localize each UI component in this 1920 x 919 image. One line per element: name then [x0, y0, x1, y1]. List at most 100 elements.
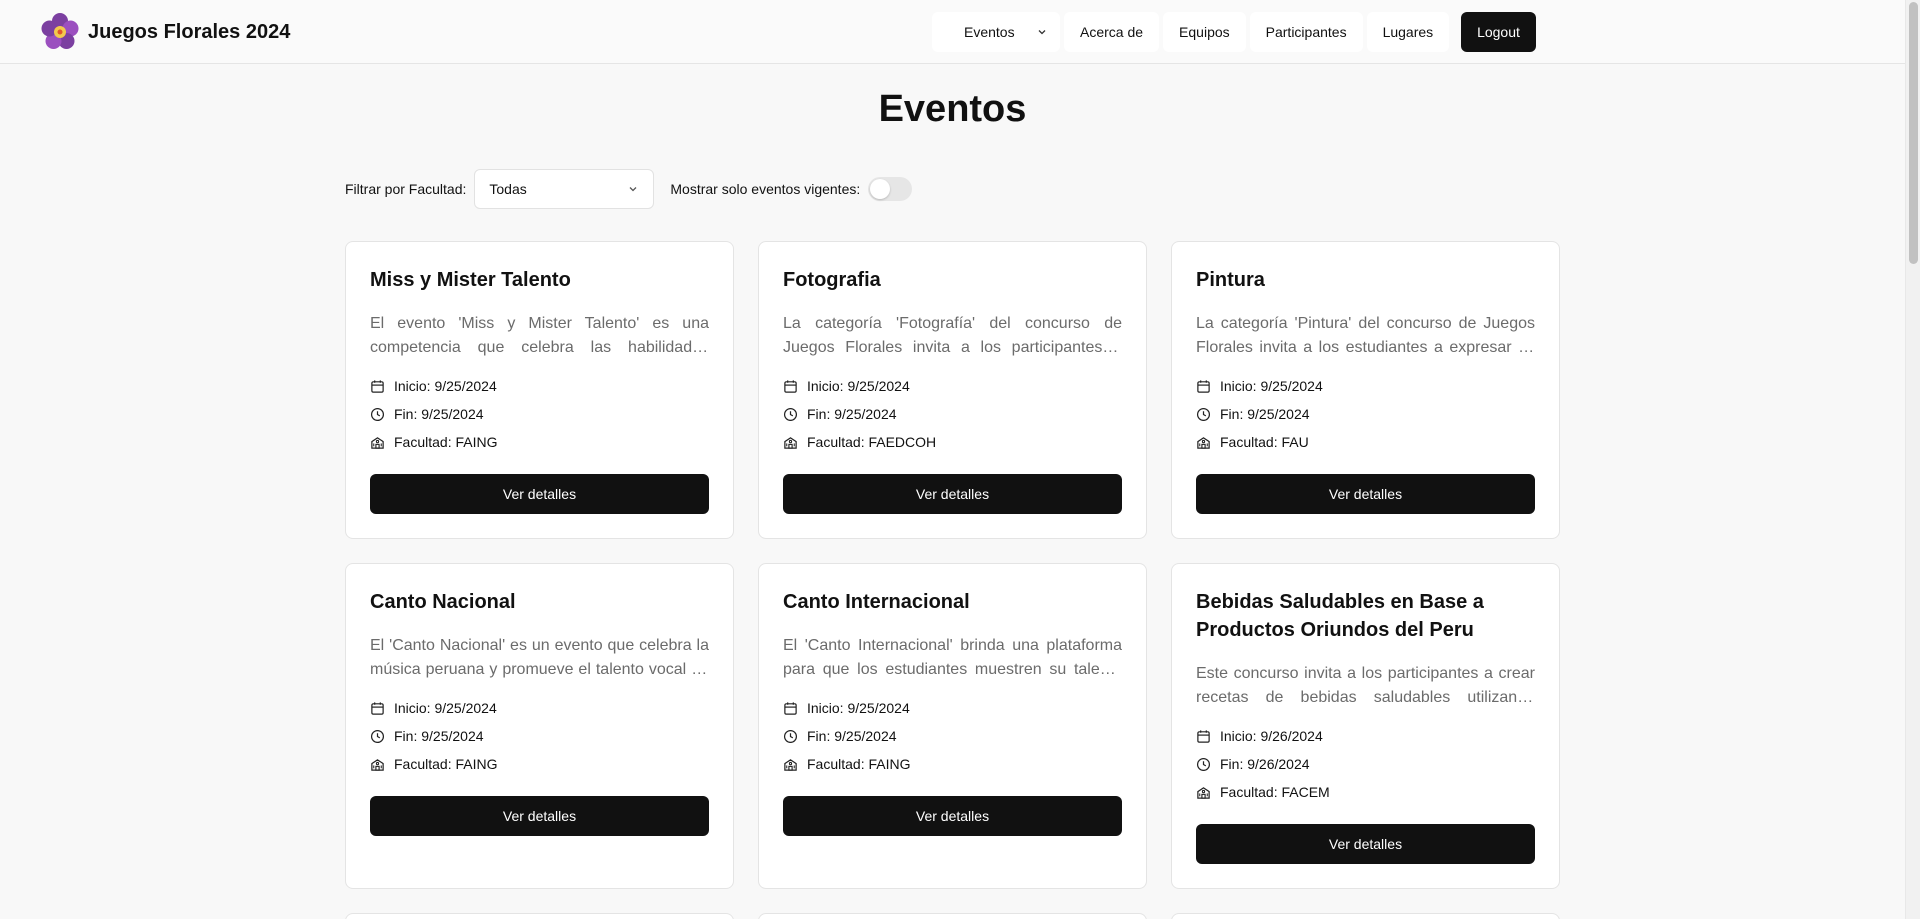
- clock-icon: [1196, 407, 1211, 421]
- facultad-select[interactable]: Todas: [474, 169, 655, 209]
- calendar-icon: [784, 379, 797, 393]
- ver-detalles-button[interactable]: Ver detalles: [783, 474, 1122, 514]
- ver-detalles-button[interactable]: Ver detalles: [783, 796, 1122, 836]
- event-card-partial: [1171, 913, 1560, 919]
- filter-facultad-label: Filtrar por Facultad:: [345, 181, 467, 197]
- event-start: Inicio: 9/26/2024: [1196, 722, 1535, 750]
- event-card: Miss y Mister Talento El evento 'Miss y M…: [345, 241, 734, 539]
- event-end-text: Fin: 9/25/2024: [394, 728, 484, 744]
- event-card-partial: [758, 913, 1147, 919]
- page-title: Eventos: [878, 88, 1027, 130]
- event-faculty: Facultad: FACEM: [1196, 778, 1535, 806]
- calendar-icon: [1197, 729, 1210, 743]
- event-card: Pintura La categoría 'Pintura' del concur…: [1171, 241, 1560, 539]
- event-faculty-text: Facultad: FACEM: [1220, 784, 1330, 800]
- event-end: Fin: 9/25/2024: [1196, 400, 1535, 428]
- event-description: El evento 'Miss y Mister Talento' es una…: [370, 315, 709, 356]
- nav-equipos[interactable]: Equipos: [1163, 12, 1246, 52]
- nav-eventos[interactable]: Eventos: [932, 12, 1060, 52]
- school-icon: [371, 436, 384, 449]
- calendar-icon: [1197, 379, 1210, 393]
- page-scrollbar[interactable]: [1905, 0, 1920, 919]
- ver-detalles-button[interactable]: Ver detalles: [370, 474, 709, 514]
- event-description: El 'Canto Internacional' brinda una plat…: [783, 637, 1122, 678]
- nav-lugares[interactable]: Lugares: [1366, 12, 1450, 52]
- event-card-partial: [345, 913, 734, 919]
- event-faculty-text: Facultad: FAU: [1220, 434, 1309, 450]
- clock-icon: [370, 407, 385, 421]
- event-end-text: Fin: 9/25/2024: [394, 406, 484, 422]
- event-start: Inicio: 9/25/2024: [783, 694, 1122, 722]
- brand-title: Juegos Florales 2024: [88, 20, 291, 43]
- vigentes-toggle[interactable]: [868, 177, 913, 201]
- event-start-text: Inicio: 9/26/2024: [1220, 728, 1323, 744]
- event-start-text: Inicio: 9/25/2024: [394, 700, 497, 716]
- event-start: Inicio: 9/25/2024: [370, 372, 709, 400]
- event-start-text: Inicio: 9/25/2024: [1220, 378, 1323, 394]
- event-title: Canto Nacional: [370, 591, 516, 613]
- ver-detalles-button[interactable]: Ver detalles: [1196, 474, 1535, 514]
- event-card: Fotografia La categoría 'Fotografía' del …: [758, 241, 1147, 539]
- events-grid-next-row: [345, 913, 1561, 919]
- event-title: Canto Internacional: [783, 591, 970, 613]
- event-card: Canto Internacional El 'Canto Internacion…: [758, 563, 1147, 889]
- school-icon: [1197, 786, 1210, 799]
- event-faculty-text: Facultad: FAING: [807, 756, 911, 772]
- clock-icon: [370, 729, 385, 743]
- event-card: Bebidas Saludables en Base a Productos O…: [1171, 563, 1560, 889]
- event-start-text: Inicio: 9/25/2024: [394, 378, 497, 394]
- nav-participantes[interactable]: Participantes: [1249, 12, 1363, 52]
- event-description: El 'Canto Nacional' es un evento que cel…: [370, 637, 709, 678]
- brand[interactable]: Juegos Florales 2024: [40, 12, 290, 52]
- calendar-icon: [371, 379, 384, 393]
- event-start-text: Inicio: 9/25/2024: [807, 700, 910, 716]
- event-end: Fin: 9/25/2024: [370, 400, 709, 428]
- main-nav: Eventos Acerca de Equipos Participantes …: [932, 12, 1450, 52]
- event-faculty: Facultad: FAING: [783, 750, 1122, 778]
- top-navbar: Juegos Florales 2024 Eventos Acerca de E…: [0, 0, 1905, 64]
- ver-detalles-button[interactable]: Ver detalles: [370, 796, 709, 836]
- clock-icon: [783, 729, 798, 743]
- events-grid: Miss y Mister Talento El evento 'Miss y M…: [345, 241, 1561, 889]
- school-icon: [1197, 436, 1210, 449]
- facultad-select-value: Todas: [489, 181, 527, 197]
- event-faculty-text: Facultad: FAING: [394, 756, 498, 772]
- event-faculty: Facultad: FAEDCOH: [783, 428, 1122, 456]
- clock-icon: [1196, 757, 1211, 771]
- event-end-text: Fin: 9/25/2024: [807, 728, 897, 744]
- event-start: Inicio: 9/25/2024: [783, 372, 1122, 400]
- calendar-icon: [371, 701, 384, 715]
- school-icon: [784, 758, 797, 771]
- event-end-text: Fin: 9/25/2024: [1220, 406, 1310, 422]
- event-end: Fin: 9/26/2024: [1196, 750, 1535, 778]
- event-faculty-text: Facultad: FAING: [394, 434, 498, 450]
- logout-button[interactable]: Logout: [1461, 12, 1536, 52]
- filters-bar: Filtrar por Facultad: Todas Mostrar solo…: [345, 169, 913, 209]
- event-description: La categoría 'Pintura' del concurso de J…: [1196, 315, 1535, 356]
- nav-acerca[interactable]: Acerca de: [1064, 12, 1160, 52]
- flower-logo-icon: [41, 13, 79, 49]
- event-start: Inicio: 9/25/2024: [370, 694, 709, 722]
- scroll-thumb[interactable]: [1909, 2, 1918, 264]
- event-end: Fin: 9/25/2024: [783, 722, 1122, 750]
- event-title: Miss y Mister Talento: [370, 269, 571, 291]
- event-card: Canto Nacional El 'Canto Nacional' es un …: [345, 563, 734, 889]
- vigentes-label: Mostrar solo eventos vigentes:: [670, 181, 861, 197]
- clock-icon: [783, 407, 798, 421]
- event-faculty: Facultad: FAING: [370, 750, 709, 778]
- school-icon: [371, 758, 384, 771]
- ver-detalles-button[interactable]: Ver detalles: [1196, 824, 1535, 864]
- event-faculty-text: Facultad: FAEDCOH: [807, 434, 937, 450]
- school-icon: [784, 436, 797, 449]
- event-title: Pintura: [1196, 269, 1265, 291]
- chevron-down-icon: [629, 187, 637, 192]
- toggle-knob: [870, 179, 891, 199]
- event-faculty: Facultad: FAING: [370, 428, 709, 456]
- event-start-text: Inicio: 9/25/2024: [807, 378, 910, 394]
- event-start: Inicio: 9/25/2024: [1196, 372, 1535, 400]
- event-end: Fin: 9/25/2024: [783, 400, 1122, 428]
- event-description: Este concurso invita a los participantes…: [1196, 665, 1535, 706]
- event-title: Bebidas Saludables en Base a Productos O…: [1196, 591, 1484, 641]
- event-end-text: Fin: 9/26/2024: [1220, 756, 1310, 772]
- event-title: Fotografia: [783, 269, 881, 291]
